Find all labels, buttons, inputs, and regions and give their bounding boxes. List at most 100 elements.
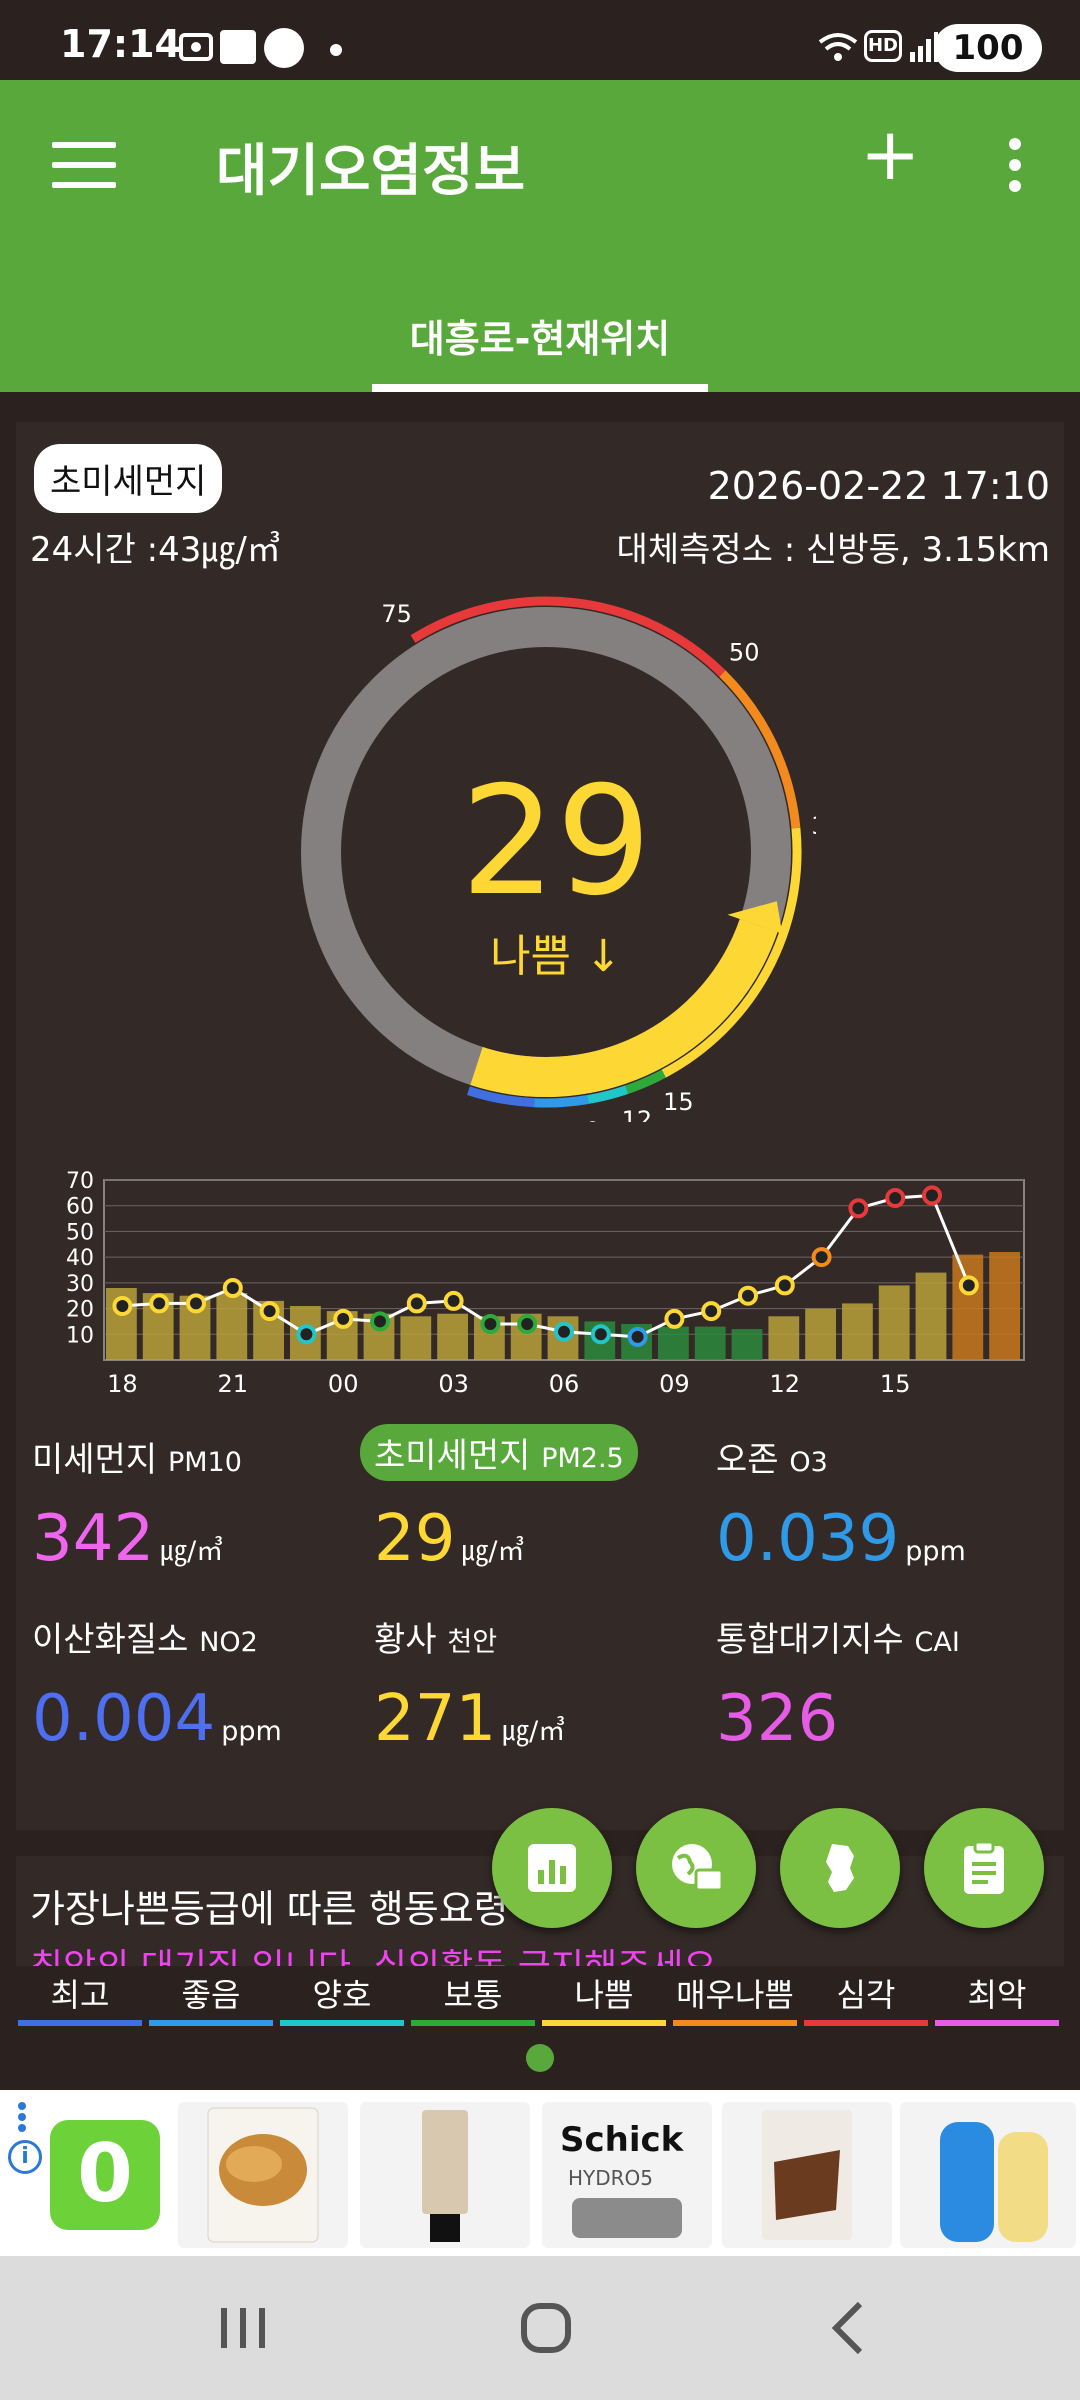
menu-icon[interactable] [52, 142, 116, 202]
action-title: 가장나쁜등급에 따른 행동요령 [30, 1887, 509, 1931]
ad-more-icon[interactable] [18, 2102, 26, 2132]
metric-name: 오존 O3 [716, 1440, 828, 1480]
grade-legend: 최고 좋음 양호 보통 나쁨 매우나쁨 심각 최악 [16, 1970, 1064, 2030]
status-time: 17:14 [60, 22, 181, 66]
more-options-icon[interactable] [1000, 138, 1030, 198]
chart-bar [731, 1329, 763, 1360]
chart-y-tick: 20 [66, 1298, 94, 1323]
metric-name: 미세먼지 PM10 [32, 1440, 242, 1480]
chart-point [627, 1326, 648, 1347]
recent-apps-icon[interactable] [183, 2296, 303, 2360]
legend-item: 매우나쁨 [671, 1970, 799, 2026]
clipboard-fab-button[interactable] [924, 1808, 1044, 1928]
metric-value: 271 ㎍/㎥ [374, 1682, 566, 1756]
world-chat-fab-button[interactable] [636, 1808, 756, 1928]
chart-y-tick: 60 [66, 1195, 94, 1220]
ad-product-4[interactable] [722, 2102, 892, 2248]
chart-x-tick: 12 [770, 1370, 801, 1398]
metric-name: 통합대기지수 CAI [716, 1620, 960, 1660]
pollutant-selector[interactable]: 초미세먼지 [34, 444, 223, 513]
chart-bar [989, 1252, 1020, 1360]
legend-item: 최고 [16, 1970, 144, 2026]
clipboard-icon [964, 1840, 1004, 1894]
legend-color-bar [673, 2020, 797, 2026]
legend-color-bar [18, 2020, 142, 2026]
dot-icon [330, 44, 342, 56]
hourly-line [122, 1193, 971, 1339]
ad-product-brand: Schick [560, 2120, 684, 2160]
legend-item: 나쁨 [540, 1970, 668, 2026]
legend-item: 심각 [802, 1970, 930, 2026]
app-title: 대기오염정보 [216, 139, 526, 204]
legend-label: 최고 [50, 1976, 110, 2014]
chart-bar [437, 1313, 468, 1360]
metric-no2[interactable]: 이산화질소 NO2 0.004 ppm [32, 1612, 372, 1792]
chart-x-tick: 00 [328, 1370, 359, 1398]
legend-color-bar [542, 2020, 666, 2026]
chart-point [480, 1314, 501, 1334]
metric-yellow-dust[interactable]: 황사 천안 271 ㎍/㎥ [374, 1612, 714, 1792]
chart-x-tick: 18 [107, 1370, 138, 1398]
back-icon[interactable] [788, 2296, 908, 2360]
app-toolbar: 대기오염정보 + 대흥로-현재위치 [0, 80, 1080, 392]
metric-value: 342 ㎍/㎥ [32, 1502, 224, 1576]
gauge-value: 29 [460, 755, 652, 929]
metric-cai[interactable]: 통합대기지수 CAI 326 [716, 1612, 1056, 1792]
ad-product-image [572, 2198, 682, 2238]
ad-product-5[interactable] [900, 2102, 1076, 2248]
ad-product-1[interactable] [178, 2102, 348, 2248]
metric-value: 0.004 ppm [32, 1682, 282, 1756]
ad-banner[interactable]: i 0 Schick HYDRO5 [0, 2090, 1080, 2256]
chart-fab-button[interactable] [492, 1808, 612, 1928]
chart-point [885, 1188, 906, 1208]
chart-bar [694, 1326, 726, 1360]
ad-info-icon[interactable]: i [8, 2140, 42, 2174]
metric-name: 이산화질소 NO2 [32, 1620, 258, 1660]
tab-label: 대흥로-현재위치 [409, 317, 671, 361]
chart-point [664, 1308, 685, 1329]
legend-label: 최악 [967, 1976, 1027, 2014]
legend-label: 좋음 [181, 1976, 241, 2014]
chart-point [848, 1198, 869, 1219]
korea-map-icon [826, 1844, 854, 1892]
alternate-station: 대체측정소 : 신방동, 3.15km [616, 530, 1050, 570]
ad-product-2[interactable] [360, 2102, 530, 2248]
chart-y-tick: 40 [66, 1246, 94, 1271]
chart-point [259, 1301, 280, 1322]
notification-icon [264, 28, 304, 68]
bar-chart-icon [528, 1844, 576, 1892]
metric-value: 326 [716, 1682, 839, 1756]
chart-x-tick: 03 [438, 1370, 469, 1398]
chart-x-tick: 15 [880, 1370, 911, 1398]
home-icon[interactable] [486, 2296, 606, 2360]
chart-bar [658, 1326, 689, 1360]
metric-pm25[interactable]: 초미세먼지 PM2.5 29 ㎍/㎥ [360, 1424, 714, 1612]
metric-name-selected: 초미세먼지 PM2.5 [360, 1424, 638, 1481]
legend-item: 양호 [278, 1970, 406, 2026]
ad-product-line: HYDRO5 [568, 2166, 654, 2190]
ad-product-3[interactable]: Schick HYDRO5 [542, 2102, 712, 2248]
metric-o3[interactable]: 오존 O3 0.039 ppm [716, 1432, 1056, 1612]
chart-point [590, 1324, 611, 1345]
metric-pm10[interactable]: 미세먼지 PM10 342 ㎍/㎥ [32, 1432, 372, 1612]
chart-point [149, 1293, 170, 1314]
gauge-tick-label: 5 [525, 1121, 540, 1122]
add-icon[interactable]: + [860, 118, 920, 190]
ad-brand-logo[interactable]: 0 [50, 2120, 160, 2230]
chart-point [296, 1324, 317, 1345]
chart-point [922, 1185, 942, 1206]
avg-24h: 24시간 :43㎍/㎥ [30, 530, 281, 570]
gauge-grade-segment [534, 1095, 589, 1108]
legend-item: 보통 [409, 1970, 537, 2026]
tab-location-current[interactable]: 대흥로-현재위치 [372, 292, 708, 392]
tab-indicator [372, 384, 708, 392]
legend-item: 최악 [933, 1970, 1061, 2026]
metric-name: 황사 천안 [374, 1620, 498, 1660]
korea-map-fab-button[interactable] [780, 1808, 900, 1928]
metric-value: 0.039 ppm [716, 1502, 966, 1576]
chart-point [554, 1321, 574, 1342]
gauge-status: 나쁨 ↓ [490, 931, 622, 982]
gauge-tick-label: 75 [381, 600, 412, 628]
chart-x-tick: 21 [218, 1370, 249, 1398]
legend-label: 심각 [836, 1976, 896, 2014]
